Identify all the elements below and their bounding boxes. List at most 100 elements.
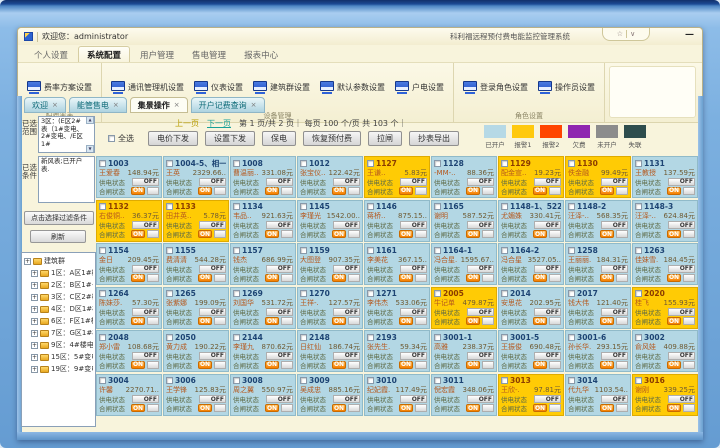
minimize-button[interactable]: — [685, 30, 694, 40]
supply-off-indicator[interactable]: OFF [534, 308, 561, 316]
supply-off-indicator[interactable]: OFF [266, 395, 293, 403]
card-checkbox[interactable] [233, 377, 240, 384]
card-checkbox[interactable] [300, 377, 307, 384]
card-checkbox[interactable] [568, 203, 575, 210]
switch-on-button[interactable]: ON [466, 274, 480, 282]
card-checkbox[interactable] [501, 160, 508, 167]
tree-item[interactable]: 1区：A区1#楼 [24, 267, 93, 279]
card-checkbox[interactable] [568, 334, 575, 341]
supply-off-indicator[interactable]: OFF [199, 308, 226, 316]
comm-manager-settings-button[interactable]: 通讯管理机设置 [108, 79, 187, 96]
supply-off-indicator[interactable]: OFF [333, 395, 360, 403]
meter-card[interactable]: 1127 王谦.. 5.83元 供电状态 OFF 合闸状态 ON [364, 156, 430, 198]
meter-card[interactable]: 3009 吴成忠 885.16元 供电状态 OFF 合闸状态 ON [297, 374, 363, 416]
tab-energy-sales[interactable]: 能管售电 × [69, 97, 127, 113]
meter-card[interactable]: 3010 纪妃霞. 117.49元 供电状态 OFF 合闸状态 ON [364, 374, 430, 416]
meter-card[interactable]: 1164-1 冯合星. 1595.67.. 供电状态 OFF 合闸状态 ON [431, 243, 497, 285]
expand-icon[interactable] [24, 258, 31, 265]
card-checkbox[interactable] [233, 203, 240, 210]
supply-off-indicator[interactable]: OFF [266, 308, 293, 316]
building-group-settings-button[interactable]: 建筑群设置 [250, 79, 313, 96]
switch-on-button[interactable]: ON [466, 361, 480, 369]
expand-icon[interactable] [31, 366, 38, 373]
switch-on-button[interactable]: ON [533, 230, 547, 238]
choose-filter-button[interactable]: 点击选择过滤条件 [24, 211, 94, 225]
expand-icon[interactable] [31, 282, 38, 289]
switch-on-button[interactable]: ON [667, 404, 681, 412]
price-dispatch-button[interactable]: 电价下发 [148, 131, 198, 146]
meter-card[interactable]: 2148 日红仙 186.74元 供电状态 OFF 合闸状态 ON [297, 330, 363, 372]
card-checkbox[interactable] [501, 203, 508, 210]
card-checkbox[interactable] [635, 377, 642, 384]
meter-card[interactable]: 1154 金日 209.45元 供电状态 OFF 合闸状态 ON [96, 243, 162, 285]
close-icon[interactable]: × [52, 101, 58, 109]
meter-card[interactable]: 1129 配金宣.. 19.23元 供电状态 OFF 合闸状态 ON [498, 156, 564, 198]
supply-off-indicator[interactable]: OFF [467, 221, 494, 229]
meter-card[interactable]: 1145 李瑾光 1542.00.. 供电状态 OFF 合闸状态 ON [297, 200, 363, 242]
switch-on-button[interactable]: ON [533, 361, 547, 369]
chevron-down-icon[interactable]: ∨ [630, 30, 635, 38]
next-page-link[interactable]: 下一页 [207, 118, 231, 129]
switch-on-button[interactable]: ON [198, 361, 212, 369]
operator-settings-button[interactable]: 操作员设置 [535, 79, 598, 96]
meter-card[interactable]: 1157 钱杰 686.99元 供电状态 OFF 合闸状态 ON [230, 243, 296, 285]
selected-condition-listbox[interactable]: 新风表;已开户表. [38, 156, 95, 203]
switch-on-button[interactable]: ON [198, 230, 212, 238]
switch-on-button[interactable]: ON [600, 187, 614, 195]
card-checkbox[interactable] [300, 247, 307, 254]
switch-on-button[interactable]: ON [265, 361, 279, 369]
meter-card[interactable]: 1264 陈妹莎. 57.30元 供电状态 OFF 合闸状态 ON [96, 287, 162, 329]
supply-off-indicator[interactable]: OFF [467, 265, 494, 273]
card-checkbox[interactable] [434, 290, 441, 297]
tree-item[interactable]: 6区：F区1#楼（F区.. [24, 315, 93, 327]
card-checkbox[interactable] [568, 377, 575, 384]
supply-off-indicator[interactable]: OFF [400, 308, 427, 316]
card-checkbox[interactable] [434, 247, 441, 254]
close-icon[interactable]: × [113, 101, 119, 109]
supply-off-indicator[interactable]: OFF [400, 265, 427, 273]
meter-card[interactable]: 2193 张先生. 59.34元 供电状态 OFF 合闸状态 ON [364, 330, 430, 372]
household-power-settings-button[interactable]: 户电设置 [392, 79, 447, 96]
meter-card[interactable]: 1148-2 汪泽-.. 568.35元 供电状态 OFF 合闸状态 ON [565, 200, 631, 242]
switch-on-button[interactable]: ON [399, 187, 413, 195]
meter-card[interactable]: 1161 李美花 367.15.. 供电状态 OFF 合闸状态 ON [364, 243, 430, 285]
card-checkbox[interactable] [300, 160, 307, 167]
switch-on-button[interactable]: ON [332, 317, 346, 325]
card-checkbox[interactable] [99, 290, 106, 297]
card-checkbox[interactable] [166, 290, 173, 297]
meter-card[interactable]: 1269 刘国华 531.72元 供电状态 OFF 合闸状态 ON [230, 287, 296, 329]
keep-power-button[interactable]: 保电 [262, 131, 296, 146]
switch-on-button[interactable]: ON [466, 317, 480, 325]
meter-card[interactable]: 1263 佳妹雪. 184.45元 供电状态 OFF 合闸状态 ON [632, 243, 698, 285]
supply-off-indicator[interactable]: OFF [199, 352, 226, 360]
switch-on-button[interactable]: ON [131, 317, 145, 325]
supply-off-indicator[interactable]: OFF [199, 395, 226, 403]
meter-card[interactable]: 2048 郑小雷 108.68元 供电状态 OFF 合闸状态 ON [96, 330, 162, 372]
card-checkbox[interactable] [367, 247, 374, 254]
switch-on-button[interactable]: ON [332, 187, 346, 195]
menu-tab-personal-settings[interactable]: 个人设置 [26, 47, 76, 62]
switch-on-button[interactable]: ON [265, 404, 279, 412]
switch-on-button[interactable]: ON [198, 274, 212, 282]
meter-card[interactable]: 1012 张宝仪.. 122.42元 供电状态 OFF 合闸状态 ON [297, 156, 363, 198]
supply-off-indicator[interactable]: OFF [266, 265, 293, 273]
tree-item[interactable]: 9区：4#楼电井（4#.. [24, 339, 93, 351]
switch-on-button[interactable]: ON [667, 361, 681, 369]
supply-off-indicator[interactable]: OFF [132, 395, 159, 403]
switch-on-button[interactable]: ON [533, 404, 547, 412]
tree-item[interactable]: 2区：B区1#~3(B区1.. [24, 279, 93, 291]
selected-range-listbox[interactable]: 3区：(E区2#表（1#变电、2#变电、/E区1# ▲ ▼ [38, 116, 95, 153]
card-checkbox[interactable] [166, 203, 173, 210]
card-checkbox[interactable] [166, 160, 173, 167]
card-checkbox[interactable] [166, 377, 173, 384]
switch-on-button[interactable]: ON [533, 187, 547, 195]
switch-on-button[interactable]: ON [399, 274, 413, 282]
menu-tab-user-management[interactable]: 用户管理 [132, 47, 182, 62]
switch-on-button[interactable]: ON [600, 404, 614, 412]
supply-off-indicator[interactable]: OFF [668, 395, 695, 403]
expand-icon[interactable] [31, 294, 38, 301]
card-checkbox[interactable] [367, 290, 374, 297]
meter-card[interactable]: 3004 许馨 2270.71.. 供电状态 OFF 合闸状态 ON [96, 374, 162, 416]
expand-icon[interactable] [31, 318, 38, 325]
supply-off-indicator[interactable]: OFF [601, 178, 628, 186]
